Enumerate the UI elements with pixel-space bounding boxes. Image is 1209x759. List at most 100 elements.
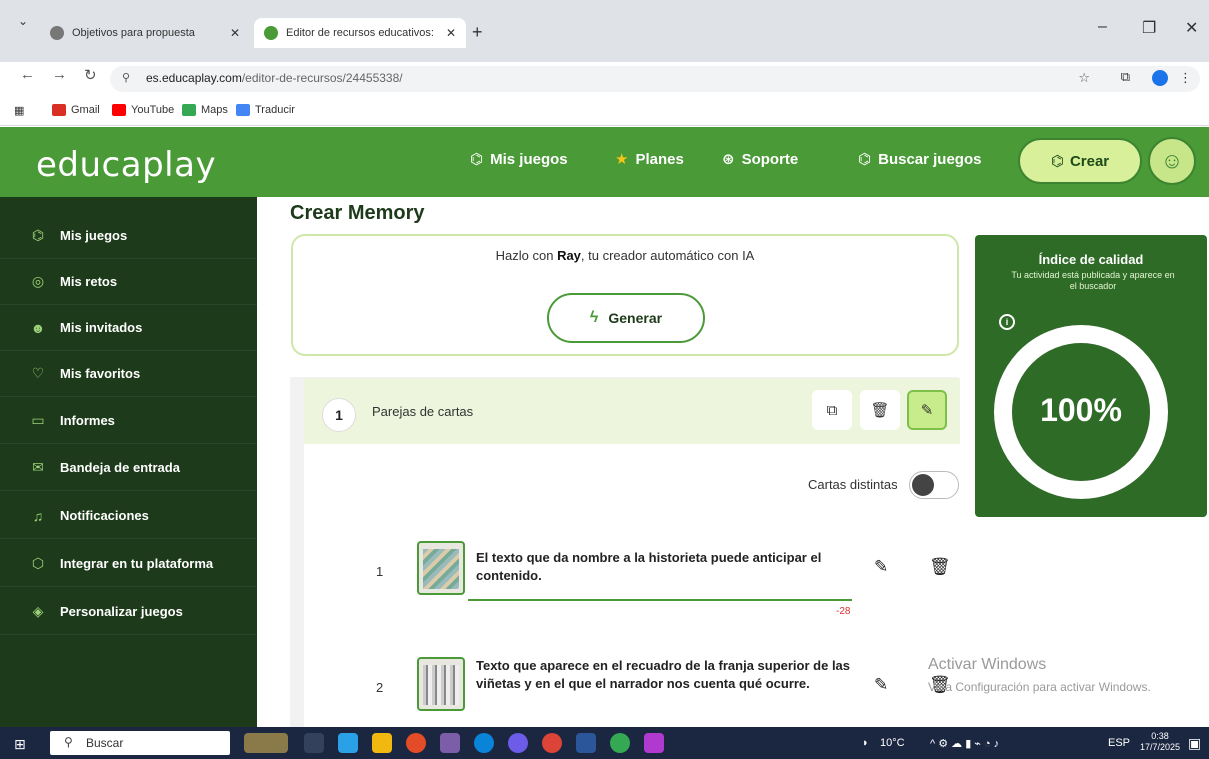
edit-row-icon[interactable]: ✎ [874,557,888,577]
sidebar-item-notificaciones[interactable]: ♫ Notificaciones [0,493,257,539]
site-info-icon[interactable]: ⚲ [122,71,130,84]
weather-temp: 10°C [880,737,905,749]
url-input[interactable]: ⚲ es.educaplay.com/editor-de-recursos/24… [110,66,1200,92]
system-tray-icons[interactable]: ^ ⚙ ☁ ▮ ⌁ ◔ ♪ [930,737,999,750]
sidebar-item-integrar[interactable]: ⬡ Integrar en tu plataforma [0,541,257,587]
controller-icon: ⌬ [31,227,45,243]
chrome-icon[interactable] [610,733,630,753]
page-title: Crear Memory [290,202,425,224]
news-widget-icon[interactable] [244,733,288,753]
sidebar-item-mis-juegos[interactable]: ⌬ Mis juegos [0,213,257,259]
duplicate-button[interactable]: ⧉ [812,390,852,430]
browser-tab-2[interactable]: Editor de recursos educativos: E ✕ [254,18,466,48]
maps-icon [182,104,196,116]
weather-icon: ◗ [862,737,869,749]
language-indicator[interactable]: ESP [1108,737,1130,749]
translate-icon [236,104,250,116]
tab-label: Objetivos para propuesta [72,27,195,39]
youtube-icon [112,104,126,116]
sidebar-item-informes[interactable]: ▭ Informes [0,398,257,444]
search-games-icon: ⌬ [858,151,872,168]
edge-icon[interactable] [474,733,494,753]
trash-icon: 🗑 [870,402,890,419]
minimize-icon[interactable]: – [1098,18,1107,36]
card-text[interactable]: El texto que da nombre a la historieta p… [476,549,856,585]
sidebar-item-personalizar[interactable]: ◈ Personalizar juegos [0,589,257,635]
url-host: es.educaplay.com [146,71,242,85]
sidebar-item-mis-favoritos[interactable]: ♡ Mis favoritos [0,351,257,397]
copy-icon: ⧉ [826,401,838,419]
messenger-icon[interactable] [508,733,528,753]
gmail-icon [52,104,66,116]
profile-icon[interactable] [1152,70,1168,86]
close-window-icon[interactable]: ✕ [1185,18,1198,38]
delete-row-icon[interactable]: 🗑 [929,557,951,577]
quality-percent: 100% [1040,392,1122,428]
bookmarks-bar: ▦ Gmail YouTube Maps Traducir [0,96,1209,126]
more-menu-icon[interactable]: ⋮ [1179,70,1192,86]
forward-icon[interactable]: → [52,66,67,83]
tab-favicon-icon [264,26,278,40]
controller-icon: ⌬ [470,151,484,168]
clock[interactable]: 0:38 17/7/2025 [1140,731,1180,753]
user-icon: ☺ [1160,148,1184,173]
support-icon: ⊛ [722,151,735,168]
nav-planes[interactable]: ★ Planes [615,150,684,169]
app-icon[interactable] [338,733,358,753]
paint-icon: ◈ [32,603,44,619]
file-explorer-icon[interactable] [372,733,392,753]
tab-close-icon[interactable]: ✕ [446,26,456,40]
search-icon: ⚲ [64,735,73,749]
activation-watermark: Activar Windows [928,656,1047,673]
section-number: 1 [322,398,356,432]
tab-search-menu-icon[interactable]: ⌄ [10,8,36,34]
bookmark-traducir[interactable]: Traducir [236,104,295,116]
app-icon[interactable] [440,733,460,753]
user-avatar[interactable]: ☺ [1148,137,1196,185]
card-image-thumb[interactable] [417,541,465,595]
nav-mis-juegos[interactable]: ⌬ Mis juegos [470,150,568,169]
extensions-icon[interactable]: ⧉ [1121,69,1130,85]
edit-row-icon[interactable]: ✎ [874,675,888,695]
bookmark-youtube[interactable]: YouTube [112,104,174,116]
taskbar-search[interactable]: ⚲ Buscar [50,731,230,755]
word-icon[interactable] [576,733,596,753]
quality-subtitle: Tu actividad está publicada y aparece en… [1011,270,1175,291]
bookmark-maps[interactable]: Maps [182,104,228,116]
reload-icon[interactable]: ↻ [84,66,97,84]
sidebar-item-mis-invitados[interactable]: ☻ Mis invitados [0,305,257,351]
back-icon[interactable]: ← [20,66,35,83]
card-image-thumb[interactable] [417,657,465,711]
tab-close-icon[interactable]: ✕ [230,26,240,40]
card-text[interactable]: Texto que aparece en el recuadro de la f… [476,657,856,693]
ray-description: Hazlo con Ray, tu creador automático con… [495,248,755,263]
sidebar-item-bandeja[interactable]: ✉ Bandeja de entrada [0,445,257,491]
create-button[interactable]: ⌬ Crear [1018,138,1142,184]
edit-section-button[interactable]: ✎ [907,390,947,430]
maximize-icon[interactable]: ❐ [1142,18,1156,38]
educaplay-logo[interactable]: educaplay [36,145,216,185]
app-icon[interactable] [644,733,664,753]
task-view-icon[interactable] [304,733,324,753]
activation-watermark-sub: Ve a Configuración para activar Windows. [928,680,1151,694]
delete-section-button[interactable]: 🗑 [860,390,900,430]
sidebar-item-mis-retos[interactable]: ◎ Mis retos [0,259,257,305]
row-number: 2 [376,680,384,695]
bookmark-gmail[interactable]: Gmail [52,104,100,116]
cartas-distintas-toggle[interactable] [909,471,959,499]
nav-soporte[interactable]: ⊛ Soporte [722,150,798,169]
apps-grid-icon[interactable]: ▦ [14,104,24,117]
tab-label: Editor de recursos educativos: E [286,27,436,39]
url-path: /editor-de-recursos/24455338/ [241,71,403,85]
nav-buscar-juegos[interactable]: ⌬ Buscar juegos [858,150,981,169]
chrome-icon[interactable] [542,733,562,753]
windows-start-icon[interactable]: ⊞ [14,736,26,753]
generate-button[interactable]: ϟ Generar [547,293,705,343]
bookmark-star-icon[interactable]: ☆ [1078,70,1090,86]
notifications-icon[interactable]: ▣ [1188,735,1201,752]
pencil-icon: ✎ [920,402,934,419]
chrome-icon[interactable] [406,733,426,753]
browser-tab-1[interactable]: Objetivos para propuesta ✕ [40,18,250,48]
new-tab-button[interactable]: + [472,22,483,43]
toggle-knob [912,474,934,496]
